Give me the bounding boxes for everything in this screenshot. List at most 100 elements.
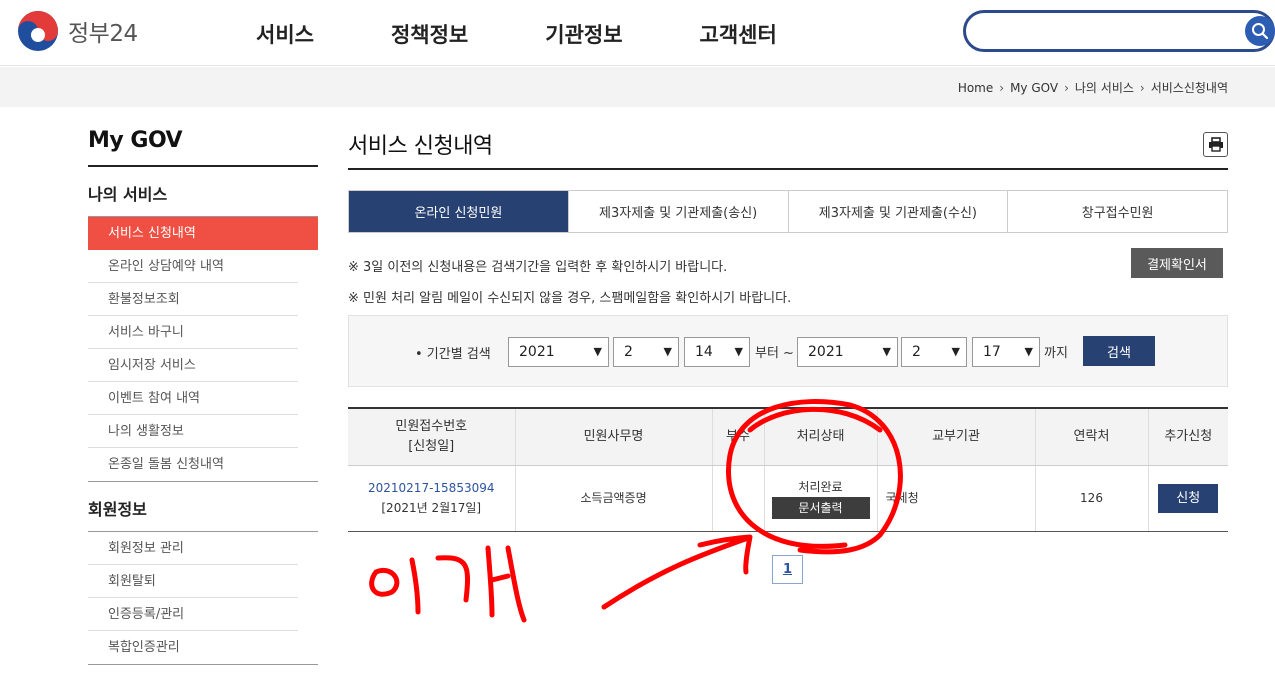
page-title-text: 서비스 신청내역 <box>348 134 493 159</box>
nav-services[interactable]: 서비스 <box>256 19 314 49</box>
search-input[interactable] <box>978 19 1228 43</box>
tab-online-applications[interactable]: 온라인 신청민원 <box>349 191 569 232</box>
search-icon <box>1252 23 1269 40</box>
annotation-arrow <box>601 534 753 610</box>
chevron-down-icon: ▼ <box>882 345 891 358</box>
to-text: 까지 <box>1044 346 1068 361</box>
col-receipt-no: 민원접수번호 [신청일] <box>348 408 516 466</box>
col-receipt-no-label: 민원접수번호 <box>395 418 468 434</box>
sidebar-item-care-history[interactable]: 온종일 돌봄 신청내역 <box>88 448 298 481</box>
col-contact: 연락처 <box>1035 408 1149 466</box>
apply-button[interactable]: 신청 <box>1158 483 1219 513</box>
from-year-value: 2021 <box>519 344 555 360</box>
site-header: 정부24 서비스 정책정보 기관정보 고객센터 <box>0 0 1275 66</box>
nav-customer-center[interactable]: 고객센터 <box>700 19 777 49</box>
annotation-handwriting <box>369 545 527 623</box>
sidebar-item-temp-saved[interactable]: 임시저장 서비스 <box>88 349 298 382</box>
to-year-value: 2021 <box>808 344 844 360</box>
table-row: 20210217-15853094 [2021년 2월17일] 소득금액증명 처리… <box>348 465 1228 532</box>
printer-icon <box>1208 137 1223 152</box>
sidebar-section-member-info: 회원정보 <box>88 482 318 532</box>
col-copies: 부수 <box>712 408 765 466</box>
sidebar-list-member-info: 회원정보 관리 회원탈퇴 인증등록/관리 복합인증관리 <box>88 532 318 664</box>
search-button[interactable] <box>1245 16 1275 46</box>
sidebar-item-refund-info[interactable]: 환불정보조회 <box>88 283 298 316</box>
chevron-down-icon: ▼ <box>734 345 743 358</box>
site-logo[interactable]: 정부24 <box>17 10 138 52</box>
pagination-page-1[interactable]: 1 <box>772 555 803 584</box>
col-additional-apply: 추가신청 <box>1148 408 1228 466</box>
chevron-down-icon: ▼ <box>1024 345 1033 358</box>
page-title: 서비스 신청내역 <box>348 128 1228 170</box>
breadcrumb-mygov[interactable]: My GOV <box>1010 81 1058 95</box>
cell-agency: 국세청 <box>877 465 1036 532</box>
sidebar-item-withdraw[interactable]: 회원탈퇴 <box>88 565 298 598</box>
from-day-select[interactable]: 14 ▼ <box>684 337 750 367</box>
sidebar-section-my-services: 나의 서비스 <box>88 167 318 217</box>
nav-policy-info[interactable]: 정책정보 <box>391 19 468 49</box>
tab-counter-applications[interactable]: 창구접수민원 <box>1008 191 1227 232</box>
chevron-right-icon: › <box>999 80 1005 95</box>
sidebar-list-my-services: 서비스 신청내역 온라인 상담예약 내역 환불정보조회 서비스 바구니 임시저장… <box>88 217 318 481</box>
from-month-value: 2 <box>624 344 633 360</box>
sidebar-item-event-history[interactable]: 이벤트 참여 내역 <box>88 382 298 415</box>
cell-copies <box>712 465 765 532</box>
print-document-button[interactable]: 문서출력 <box>771 497 870 519</box>
nav-agency-info[interactable]: 기관정보 <box>545 19 622 49</box>
chevron-down-icon: ▼ <box>593 345 602 358</box>
sidebar-item-cert-register[interactable]: 인증등록/관리 <box>88 598 298 631</box>
table-header-row: 민원접수번호 [신청일] 민원사무명 부수 처리상태 교부기관 연락처 추가신청 <box>348 408 1228 466</box>
col-agency: 교부기관 <box>877 408 1036 466</box>
col-service-name: 민원사무명 <box>515 408 713 466</box>
to-month-select[interactable]: 2 ▼ <box>901 337 967 367</box>
period-search-button[interactable]: 검색 <box>1083 336 1155 366</box>
sidebar-title: My GOV <box>88 128 318 167</box>
notice-search-period: ※ 3일 이전의 신청내용은 검색기간을 입력한 후 확인하시기 바랍니다. <box>348 260 728 275</box>
to-month-value: 2 <box>912 344 921 360</box>
sidebar-item-service-history[interactable]: 서비스 신청내역 <box>88 217 318 250</box>
cell-contact: 126 <box>1035 465 1149 532</box>
sidebar-item-multi-auth[interactable]: 복합인증관리 <box>88 631 298 664</box>
breadcrumb-current[interactable]: 서비스신청내역 <box>1151 79 1228 96</box>
main-nav: 서비스 정책정보 기관정보 고객센터 <box>256 19 854 49</box>
sidebar: My GOV 나의 서비스 서비스 신청내역 온라인 상담예약 내역 환불정보조… <box>88 128 318 665</box>
to-year-select[interactable]: 2021 ▼ <box>797 337 898 367</box>
from-day-value: 14 <box>695 344 713 360</box>
chevron-right-icon: › <box>1139 80 1145 95</box>
print-button[interactable] <box>1203 132 1228 157</box>
date-filter: • 기간별 검색 2021 ▼ 2 ▼ 14 ▼ 부터 ~ 2021 ▼ 2 ▼ 17 ▼ … <box>348 315 1228 387</box>
breadcrumb-bar: Home › My GOV › 나의 서비스 › 서비스신청내역 <box>0 67 1275 107</box>
payment-receipt-button[interactable]: 결제확인서 <box>1131 248 1223 278</box>
from-year-select[interactable]: 2021 ▼ <box>508 337 609 367</box>
chevron-down-icon: ▼ <box>951 345 960 358</box>
sidebar-item-member-manage[interactable]: 회원정보 관리 <box>88 532 298 565</box>
tab-third-party-sent[interactable]: 제3자제출 및 기관제출(송신) <box>568 191 789 232</box>
chevron-right-icon: › <box>1064 80 1069 95</box>
logo-text: 정부24 <box>68 21 138 47</box>
receipt-no-link[interactable]: 20210217-15853094 <box>368 481 495 495</box>
main-content: 서비스 신청내역 온라인 신청민원 제3자제출 및 기관제출(송신) 제3자제출… <box>348 128 1228 584</box>
filter-label: • 기간별 검색 <box>415 347 491 362</box>
breadcrumb: Home › My GOV › 나의 서비스 › 서비스신청내역 <box>958 79 1228 96</box>
status-text: 처리완료 <box>798 480 843 494</box>
breadcrumb-home[interactable]: Home <box>958 81 993 95</box>
to-day-select[interactable]: 17 ▼ <box>972 337 1040 367</box>
notice-spam-mail: ※ 민원 처리 알림 메일이 수신되지 않을 경우, 스팸메일함을 확인하시기 … <box>348 291 792 306</box>
breadcrumb-my-services[interactable]: 나의 서비스 <box>1075 79 1134 96</box>
col-date-label: [신청일] <box>408 438 455 454</box>
header-search <box>963 10 1275 52</box>
tab-bar: 온라인 신청민원 제3자제출 및 기관제출(송신) 제3자제출 및 기관제출(수… <box>348 190 1228 233</box>
application-table: 민원접수번호 [신청일] 민원사무명 부수 처리상태 교부기관 연락처 추가신청 … <box>348 407 1228 532</box>
sidebar-item-service-basket[interactable]: 서비스 바구니 <box>88 316 298 349</box>
cell-receipt-no: 20210217-15853094 [2021년 2월17일] <box>348 465 516 532</box>
sidebar-item-consult-reservation[interactable]: 온라인 상담예약 내역 <box>88 250 298 283</box>
from-text: 부터 ~ <box>755 346 794 361</box>
sidebar-item-life-info[interactable]: 나의 생활정보 <box>88 415 298 448</box>
cell-apply: 신청 <box>1148 465 1228 532</box>
cell-status: 처리완료문서출력 <box>764 465 878 532</box>
cell-service-name: 소득금액증명 <box>515 465 713 532</box>
from-month-select[interactable]: 2 ▼ <box>613 337 679 367</box>
taegeuk-logo-icon <box>18 11 58 51</box>
col-status: 처리상태 <box>764 408 878 466</box>
tab-third-party-received[interactable]: 제3자제출 및 기관제출(수신) <box>788 191 1009 232</box>
